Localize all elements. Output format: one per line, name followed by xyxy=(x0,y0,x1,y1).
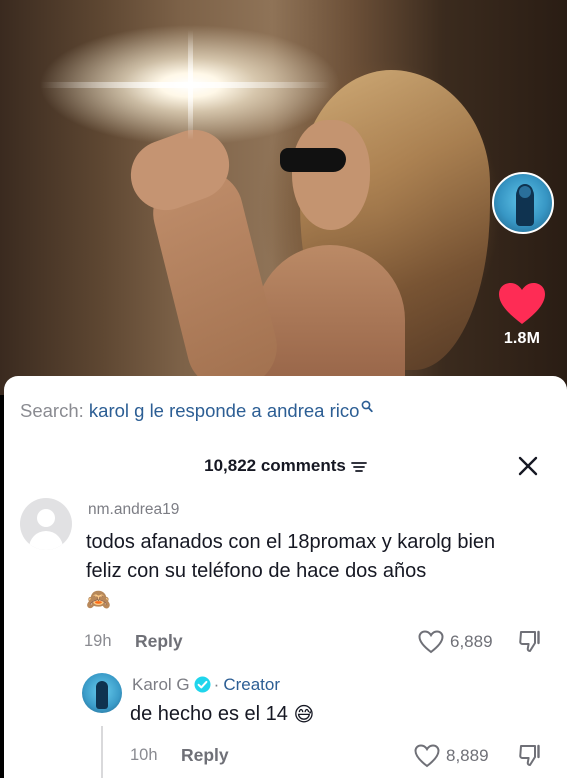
comment-body: todos afanados con el 18promax y karolg … xyxy=(86,531,496,582)
monkey-emoji-icon: 🙈 xyxy=(86,589,111,612)
search-query-link[interactable]: karol g le responde a andrea rico xyxy=(89,400,359,421)
light-flare xyxy=(40,82,330,88)
comment-like-count: 6,889 xyxy=(450,632,493,651)
comments-header: 10,822 comments xyxy=(4,456,567,476)
comment-reply-button[interactable]: Reply xyxy=(135,631,183,652)
commenter-avatar[interactable] xyxy=(20,498,72,550)
creator-avatar[interactable] xyxy=(492,172,554,234)
video-subject-sunglasses xyxy=(280,148,346,172)
video-subject-shoulder xyxy=(255,245,405,395)
sweat-smile-emoji-icon: 😅 xyxy=(293,704,315,726)
search-icon[interactable] xyxy=(361,400,374,413)
reply-username[interactable]: Karol G xyxy=(132,675,190,694)
like-heart-icon[interactable] xyxy=(498,282,546,326)
video-like-count: 1.8M xyxy=(503,330,541,347)
reply-reply-button[interactable]: Reply xyxy=(181,745,229,766)
reply-body: de hecho es el 14 xyxy=(130,702,288,725)
comment-like-heart-icon[interactable] xyxy=(418,630,444,654)
reply-like-count: 8,889 xyxy=(446,746,489,765)
comment-time: 19h xyxy=(84,632,112,650)
close-icon[interactable] xyxy=(516,454,540,478)
reply-time: 10h xyxy=(130,746,158,764)
video-player[interactable]: 1.8M xyxy=(0,0,567,395)
reply-author: Karol G · Creator xyxy=(132,675,280,695)
reply-avatar[interactable] xyxy=(82,673,122,713)
comments-count: 10,822 comments xyxy=(204,456,346,475)
comment-username[interactable]: nm.andrea19 xyxy=(88,501,179,519)
verified-badge-icon xyxy=(194,676,211,693)
separator-dot: · xyxy=(213,675,220,694)
creator-tag: Creator xyxy=(223,675,280,694)
search-label: Search: xyxy=(20,400,84,421)
sort-filter-icon[interactable] xyxy=(350,461,367,473)
light-flare-vertical xyxy=(188,30,193,140)
comment-text: todos afanados con el 18promax y karolg … xyxy=(86,528,536,615)
dislike-icon[interactable] xyxy=(518,629,544,655)
video-subject-face xyxy=(292,120,370,230)
reply-text: de hecho es el 14 😅 xyxy=(130,702,314,727)
comments-sheet: Search: karol g le responde a andrea ric… xyxy=(4,376,567,778)
reply-like-heart-icon[interactable] xyxy=(414,744,440,768)
thread-line xyxy=(101,726,103,778)
search-suggestion[interactable]: Search: karol g le responde a andrea ric… xyxy=(20,400,374,422)
reply-dislike-icon[interactable] xyxy=(518,743,544,769)
